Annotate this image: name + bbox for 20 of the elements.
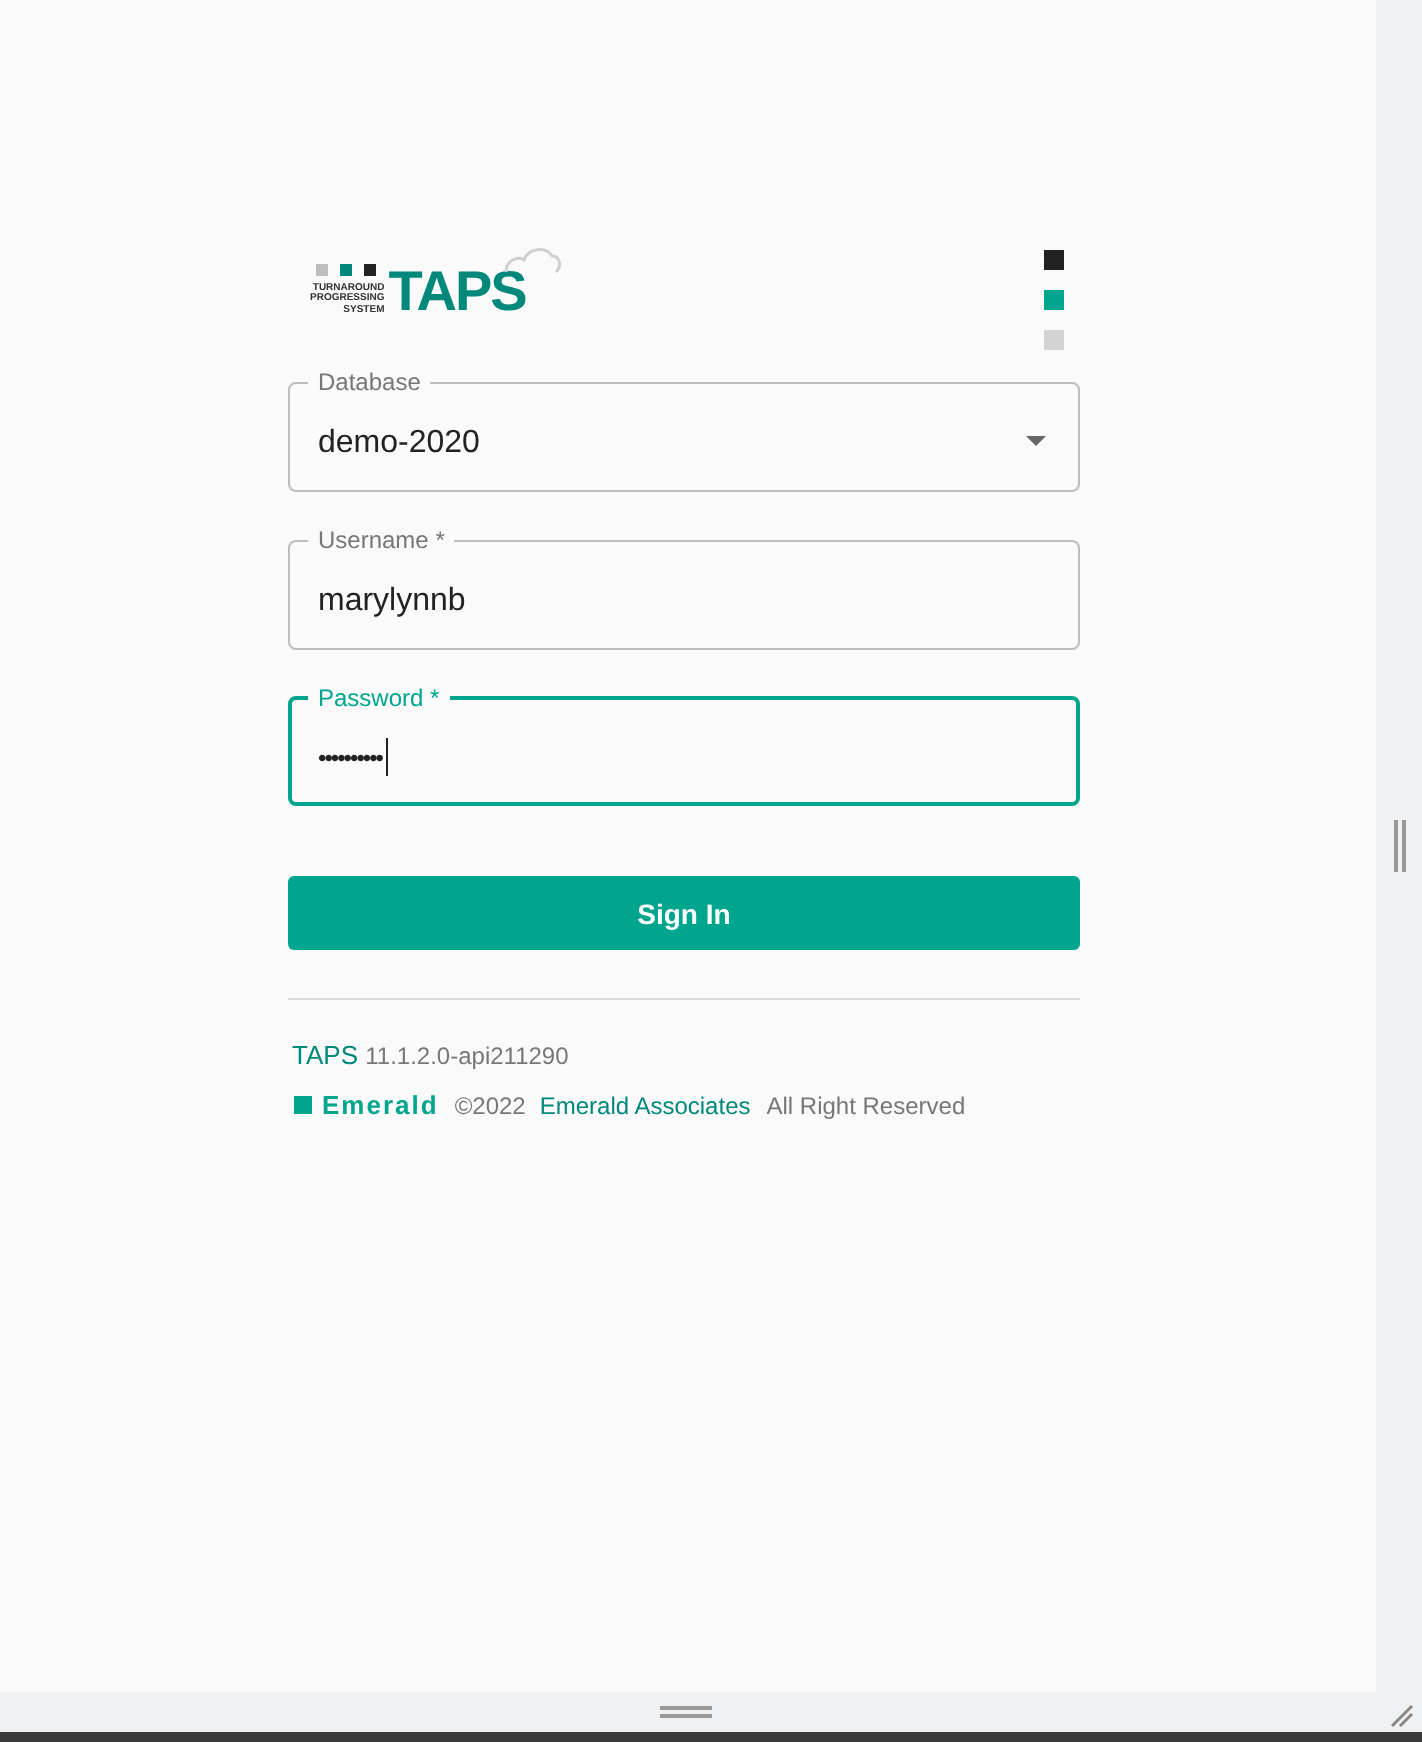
field-label: Database bbox=[316, 368, 423, 396]
database-select[interactable]: Database demo-2020 bbox=[288, 368, 1080, 492]
resize-handle-icon[interactable] bbox=[1393, 820, 1405, 872]
rights-text: All Right Reserved bbox=[766, 1091, 966, 1119]
field-value: marylynnb bbox=[318, 583, 466, 619]
input-field[interactable]: Username * marylynnb bbox=[288, 526, 1080, 650]
emerald-logo: Emerald bbox=[294, 1090, 439, 1120]
copyright-text: ©2022 bbox=[454, 1091, 526, 1119]
field-label: Username * bbox=[316, 526, 447, 554]
dropdown-caret-icon[interactable] bbox=[1026, 436, 1046, 446]
version-number: 11.1.2.0-api211290 bbox=[365, 1042, 569, 1070]
field-value: demo-2020 bbox=[318, 425, 480, 461]
squares-icon bbox=[1044, 250, 1064, 350]
password-mask: •••••••••• bbox=[318, 743, 383, 771]
resize-grip-icon[interactable] bbox=[1390, 1704, 1414, 1728]
resize-handle-icon[interactable] bbox=[660, 1706, 712, 1718]
company-link[interactable]: Emerald Associates bbox=[539, 1091, 751, 1119]
field-label: Password * bbox=[316, 684, 442, 712]
input-field[interactable]: Password * •••••••••• bbox=[288, 684, 1080, 806]
product-name: TAPS bbox=[292, 1040, 358, 1070]
